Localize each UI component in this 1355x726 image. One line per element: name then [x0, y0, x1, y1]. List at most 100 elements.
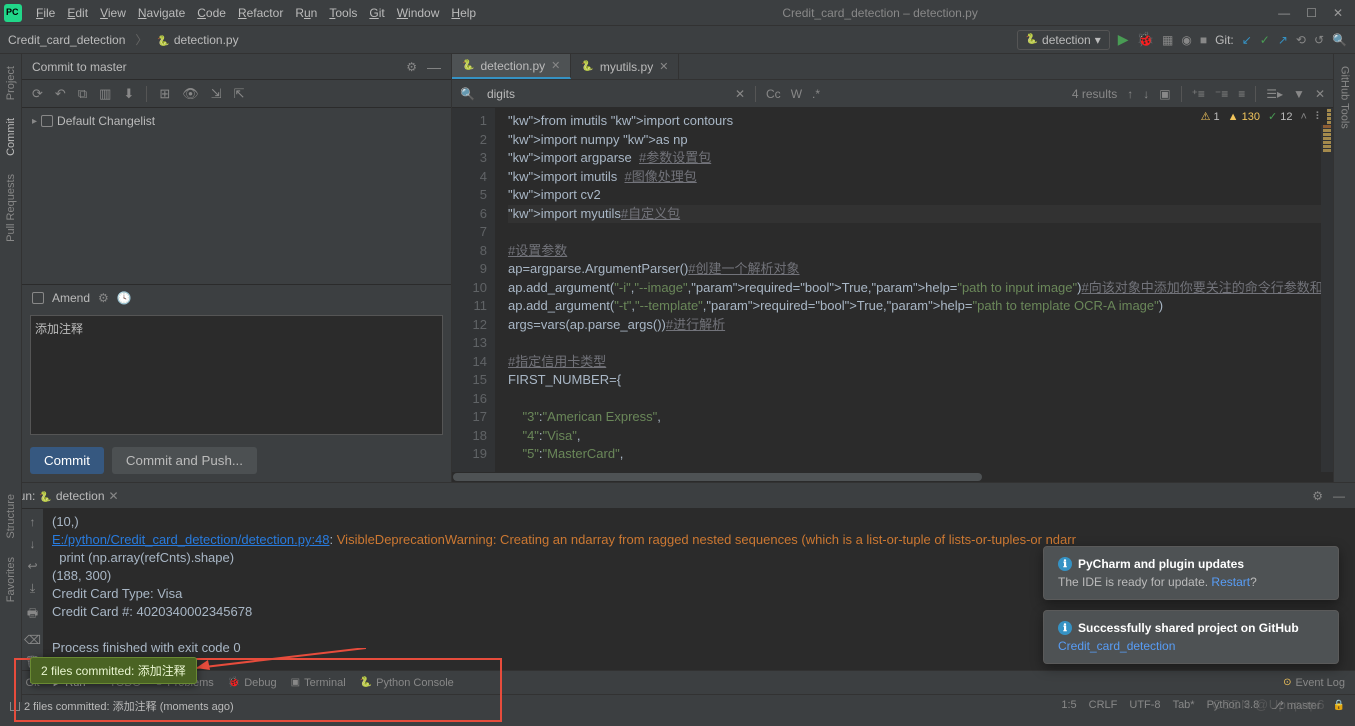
btab-terminal[interactable]: ▣Terminal — [291, 677, 346, 689]
group-icon[interactable]: ⊞ — [159, 86, 170, 102]
more-icon[interactable]: ⠇ — [1315, 110, 1323, 123]
breadcrumb[interactable]: Credit_card_detection 〉 detection.py — [8, 31, 239, 48]
coverage-icon[interactable]: ▦ — [1162, 33, 1173, 47]
select-all-icon[interactable]: ▣ — [1159, 87, 1170, 101]
rollback-icon[interactable]: ↺ — [1314, 33, 1324, 47]
search-everywhere-icon[interactable]: 🔍 — [1332, 33, 1347, 47]
tab-close-icon[interactable]: ✕ — [551, 59, 560, 72]
minimap[interactable] — [1321, 108, 1333, 482]
clear-icon[interactable]: ✕ — [735, 87, 745, 101]
breadcrumb-project[interactable]: Credit_card_detection — [8, 33, 125, 47]
rail-structure[interactable]: Structure — [5, 494, 17, 539]
clear-icon[interactable]: ⌫ — [24, 633, 41, 647]
history-icon[interactable]: ⟲ — [1296, 33, 1306, 47]
chevron-up-icon[interactable]: ˄ — [1301, 111, 1307, 123]
filter-icon[interactable]: ☰▸ — [1266, 87, 1283, 101]
rail-favorites[interactable]: Favorites — [5, 557, 17, 602]
caret-pos[interactable]: 1:5 — [1061, 699, 1076, 712]
btab-debug[interactable]: 🐞Debug — [228, 677, 277, 689]
amend-checkbox[interactable] — [32, 292, 44, 304]
inspection-widget[interactable]: 1 ▲ 130 12 ˄ ⠇ — [1197, 108, 1327, 125]
line-sep[interactable]: CRLF — [1089, 699, 1118, 712]
tab-detection[interactable]: detection.py ✕ — [452, 54, 571, 79]
repo-link[interactable]: Credit_card_detection — [1058, 639, 1324, 653]
update-project-icon[interactable]: ↙ — [1242, 33, 1252, 47]
restart-link[interactable]: Restart — [1211, 575, 1250, 589]
btab-python-console[interactable]: 🐍Python Console — [360, 677, 454, 689]
debug-icon[interactable]: 🐞 — [1137, 31, 1154, 48]
gear-icon[interactable]: ⚙ — [1312, 489, 1323, 503]
scroll-end-icon[interactable]: ⤓ — [30, 581, 35, 596]
menu-help[interactable]: Help — [445, 6, 482, 20]
horizontal-scrollbar[interactable] — [452, 472, 1333, 482]
default-changelist[interactable]: Default Changelist — [22, 108, 451, 134]
tab-myutils[interactable]: myutils.py ✕ — [571, 54, 679, 79]
print-icon[interactable]: 🖶 — [27, 604, 38, 625]
remove-selection-icon[interactable]: ⁻≡ — [1215, 87, 1228, 101]
run-config-selector[interactable]: detection ▾ — [1017, 30, 1110, 50]
menu-view[interactable]: View — [94, 6, 132, 20]
maximize-icon[interactable]: ☐ — [1306, 6, 1317, 20]
gear-icon[interactable]: ⚙ — [98, 291, 109, 305]
minimize-icon[interactable]: — — [1278, 6, 1290, 20]
match-case-icon[interactable]: Cc — [766, 87, 781, 101]
stop-icon[interactable]: ■ — [1200, 33, 1207, 47]
hide-panel-icon[interactable]: — — [1333, 489, 1345, 503]
prev-match-icon[interactable]: ↑ — [1127, 87, 1133, 101]
status-checkbox[interactable] — [10, 701, 20, 711]
words-icon[interactable]: W — [791, 87, 802, 101]
select-all-occ-icon[interactable]: ≡ — [1238, 87, 1245, 101]
close-icon[interactable]: ✕ — [1333, 6, 1343, 20]
warnings-count[interactable]: 1 — [1201, 110, 1220, 123]
code-area[interactable]: 12345678910111213141516171819 "kw">from … — [452, 108, 1333, 482]
run-config[interactable]: detection — [35, 489, 104, 503]
menu-navigate[interactable]: Navigate — [132, 6, 191, 20]
menu-file[interactable]: File — [30, 6, 61, 20]
add-selection-icon[interactable]: ⁺≡ — [1192, 87, 1205, 101]
commit-icon[interactable]: ✓ — [1260, 33, 1270, 47]
menu-edit[interactable]: Edit — [61, 6, 94, 20]
balloon-updates[interactable]: PyCharm and plugin updates The IDE is re… — [1043, 546, 1339, 600]
typos-count[interactable]: ▲ 130 — [1228, 111, 1260, 123]
menu-git[interactable]: Git — [363, 6, 390, 20]
expand-icon[interactable]: ⇲ — [211, 86, 222, 102]
next-match-icon[interactable]: ↓ — [1143, 87, 1149, 101]
menu-window[interactable]: Window — [391, 6, 446, 20]
indent[interactable]: Tab* — [1173, 699, 1195, 712]
up-icon[interactable]: ↑ — [30, 515, 36, 529]
collapse-icon[interactable]: ⇱ — [234, 86, 245, 102]
funnel-icon[interactable]: ▼ — [1293, 87, 1305, 101]
event-log[interactable]: ⊙Event Log — [1283, 677, 1345, 689]
profile-icon[interactable]: ◉ — [1181, 33, 1191, 47]
close-find-icon[interactable]: ✕ — [1315, 87, 1325, 101]
tab-close-icon[interactable]: ✕ — [659, 60, 668, 73]
lock-icon[interactable] — [1333, 699, 1345, 712]
diff-icon[interactable]: ⧉ — [78, 86, 87, 102]
shelve-icon[interactable]: ⬇ — [123, 86, 134, 102]
rail-project[interactable]: Project — [5, 66, 17, 100]
soft-wrap-icon[interactable]: ↩ — [27, 559, 37, 573]
refresh-icon[interactable]: ⟳ — [32, 86, 43, 102]
down-icon[interactable]: ↓ — [30, 537, 36, 551]
menu-run[interactable]: Run — [289, 6, 323, 20]
menu-code[interactable]: Code — [191, 6, 232, 20]
rollback-icon[interactable]: ↶ — [55, 86, 66, 102]
view-icon[interactable]: 👁 — [182, 86, 199, 102]
commit-and-push-button[interactable]: Commit and Push... — [112, 447, 257, 474]
changelist-checkbox[interactable] — [41, 115, 53, 127]
push-icon[interactable]: ↗ — [1278, 33, 1288, 47]
gear-icon[interactable]: ⚙ — [406, 60, 417, 74]
breadcrumb-file[interactable]: detection.py — [157, 33, 238, 47]
history-icon[interactable]: 🕓 — [117, 291, 132, 305]
changelist-icon[interactable]: ▥ — [99, 86, 111, 102]
run-icon[interactable]: ▶ — [1118, 31, 1129, 48]
regex-icon[interactable]: .* — [812, 87, 820, 101]
find-input[interactable] — [485, 85, 725, 103]
rail-commit[interactable]: Commit — [5, 118, 17, 156]
menu-tools[interactable]: Tools — [323, 6, 363, 20]
weak-count[interactable]: 12 — [1268, 110, 1293, 123]
balloon-shared[interactable]: Successfully shared project on GitHub Cr… — [1043, 610, 1339, 664]
commit-button[interactable]: Commit — [30, 447, 104, 474]
menu-refactor[interactable]: Refactor — [232, 6, 289, 20]
commit-message-input[interactable]: 添加注释 — [30, 315, 443, 435]
